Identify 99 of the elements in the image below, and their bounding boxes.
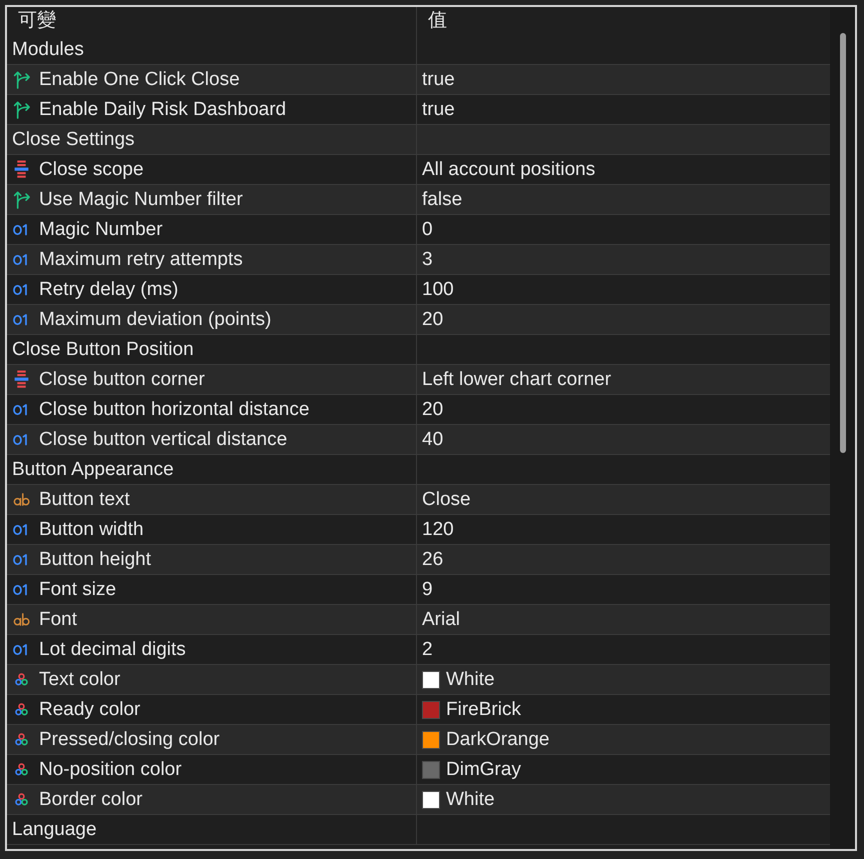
text-icon [13,493,30,506]
property-name: Enable Daily Risk Dashboard [39,98,286,121]
property-value[interactable]: All account positions [422,158,596,181]
property-row[interactable]: Maximum deviation (points) 20 [7,305,830,335]
property-value[interactable]: White [446,788,495,811]
property-name: Magic Number [39,218,163,241]
numeric-icon [13,283,30,296]
property-name: Font [39,608,78,631]
property-row[interactable]: Retry delay (ms) 100 [7,275,830,305]
list-icon [12,160,31,179]
branch-arrow-icon [12,190,31,209]
property-value[interactable]: 3 [422,248,433,271]
numeric-icon [13,223,30,236]
property-value[interactable]: DimGray [446,758,521,781]
category-row[interactable]: Modules [7,35,830,65]
numeric-icon [13,643,30,656]
property-row[interactable]: No-position color DimGray [7,755,830,785]
property-row[interactable]: Button width 120 [7,515,830,545]
property-value[interactable]: false [422,188,462,211]
property-row[interactable]: Enable One Click Close true [7,65,830,95]
color-icon [13,763,30,776]
numeric-icon [13,403,30,416]
property-name: Pressed/closing color [39,728,220,751]
property-name: Close button vertical distance [39,428,288,451]
numeric-icon [13,523,30,536]
category-label: Button Appearance [12,458,174,481]
property-value[interactable]: DarkOrange [446,728,550,751]
text-icon [13,613,30,626]
property-value[interactable]: 0 [422,218,433,241]
property-value[interactable]: 20 [422,308,444,331]
property-name: Close button horizontal distance [39,398,310,421]
property-name: Retry delay (ms) [39,278,178,301]
color-icon [13,793,30,806]
property-row[interactable]: Close button horizontal distance 20 [7,395,830,425]
property-name: Maximum deviation (points) [39,308,272,331]
color-icon [13,733,30,746]
category-label: Close Button Position [12,338,194,361]
property-value[interactable]: 20 [422,398,444,421]
property-value[interactable]: Close [422,488,471,511]
property-name: Use Magic Number filter [39,188,243,211]
property-row[interactable]: Border color White [7,785,830,815]
column-header[interactable]: 值 [417,7,830,35]
property-name: Border color [39,788,142,811]
branch-arrow-icon [12,100,31,119]
property-name: Button width [39,518,144,541]
property-name: Ready color [39,698,140,721]
property-value[interactable]: White [446,668,495,691]
category-label: Modules [12,38,84,61]
property-row[interactable]: Enable Daily Risk Dashboard true [7,95,830,125]
property-name: Text color [39,668,120,691]
category-row[interactable]: Language [7,815,830,845]
property-row[interactable]: Close button vertical distance 40 [7,425,830,455]
list-icon [12,370,31,389]
numeric-icon [13,433,30,446]
property-value[interactable]: 40 [422,428,444,451]
property-row[interactable]: Font size 9 [7,575,830,605]
color-icon [13,673,30,686]
color-icon [13,703,30,716]
numeric-icon [13,583,30,596]
property-value[interactable]: Arial [422,608,460,631]
property-name: Button height [39,548,151,571]
property-value[interactable]: true [422,68,455,91]
property-value[interactable]: 120 [422,518,454,541]
category-row[interactable]: Close Button Position [7,335,830,365]
property-value[interactable]: 26 [422,548,444,571]
property-name: No-position color [39,758,182,781]
numeric-icon [13,253,30,266]
property-name: Close scope [39,158,144,181]
branch-arrow-icon [12,70,31,89]
property-row[interactable]: Close scope All account positions [7,155,830,185]
property-row[interactable]: Text color White [7,665,830,695]
property-value[interactable]: 100 [422,278,454,301]
property-value[interactable]: 2 [422,638,433,661]
property-name: Close button corner [39,368,205,391]
property-row[interactable]: Lot decimal digits 2 [7,635,830,665]
category-label: Language [12,818,97,841]
numeric-icon [13,553,30,566]
property-row[interactable]: Font Arial [7,605,830,635]
property-row[interactable]: Ready color FireBrick [7,695,830,725]
property-name: Font size [39,578,116,601]
property-row[interactable]: Maximum retry attempts 3 [7,245,830,275]
property-name: Button text [39,488,130,511]
property-row[interactable]: Button height 26 [7,545,830,575]
property-value[interactable]: Left lower chart corner [422,368,612,391]
property-value[interactable]: 9 [422,578,433,601]
property-name: Maximum retry attempts [39,248,243,271]
numeric-icon [13,313,30,326]
property-value[interactable]: FireBrick [446,698,521,721]
property-row[interactable]: Use Magic Number filter false [7,185,830,215]
category-row[interactable]: Button Appearance [7,455,830,485]
property-row[interactable]: Button text Close [7,485,830,515]
property-row[interactable]: Magic Number 0 [7,215,830,245]
property-row[interactable]: Close button corner Left lower chart corner [7,365,830,395]
property-value[interactable]: true [422,98,455,121]
category-label: Close Settings [12,128,135,151]
scrollbar-thumb[interactable] [840,33,846,453]
property-row[interactable]: Pressed/closing color DarkOrange [7,725,830,755]
property-name: Lot decimal digits [39,638,186,661]
property-name: Enable One Click Close [39,68,240,91]
